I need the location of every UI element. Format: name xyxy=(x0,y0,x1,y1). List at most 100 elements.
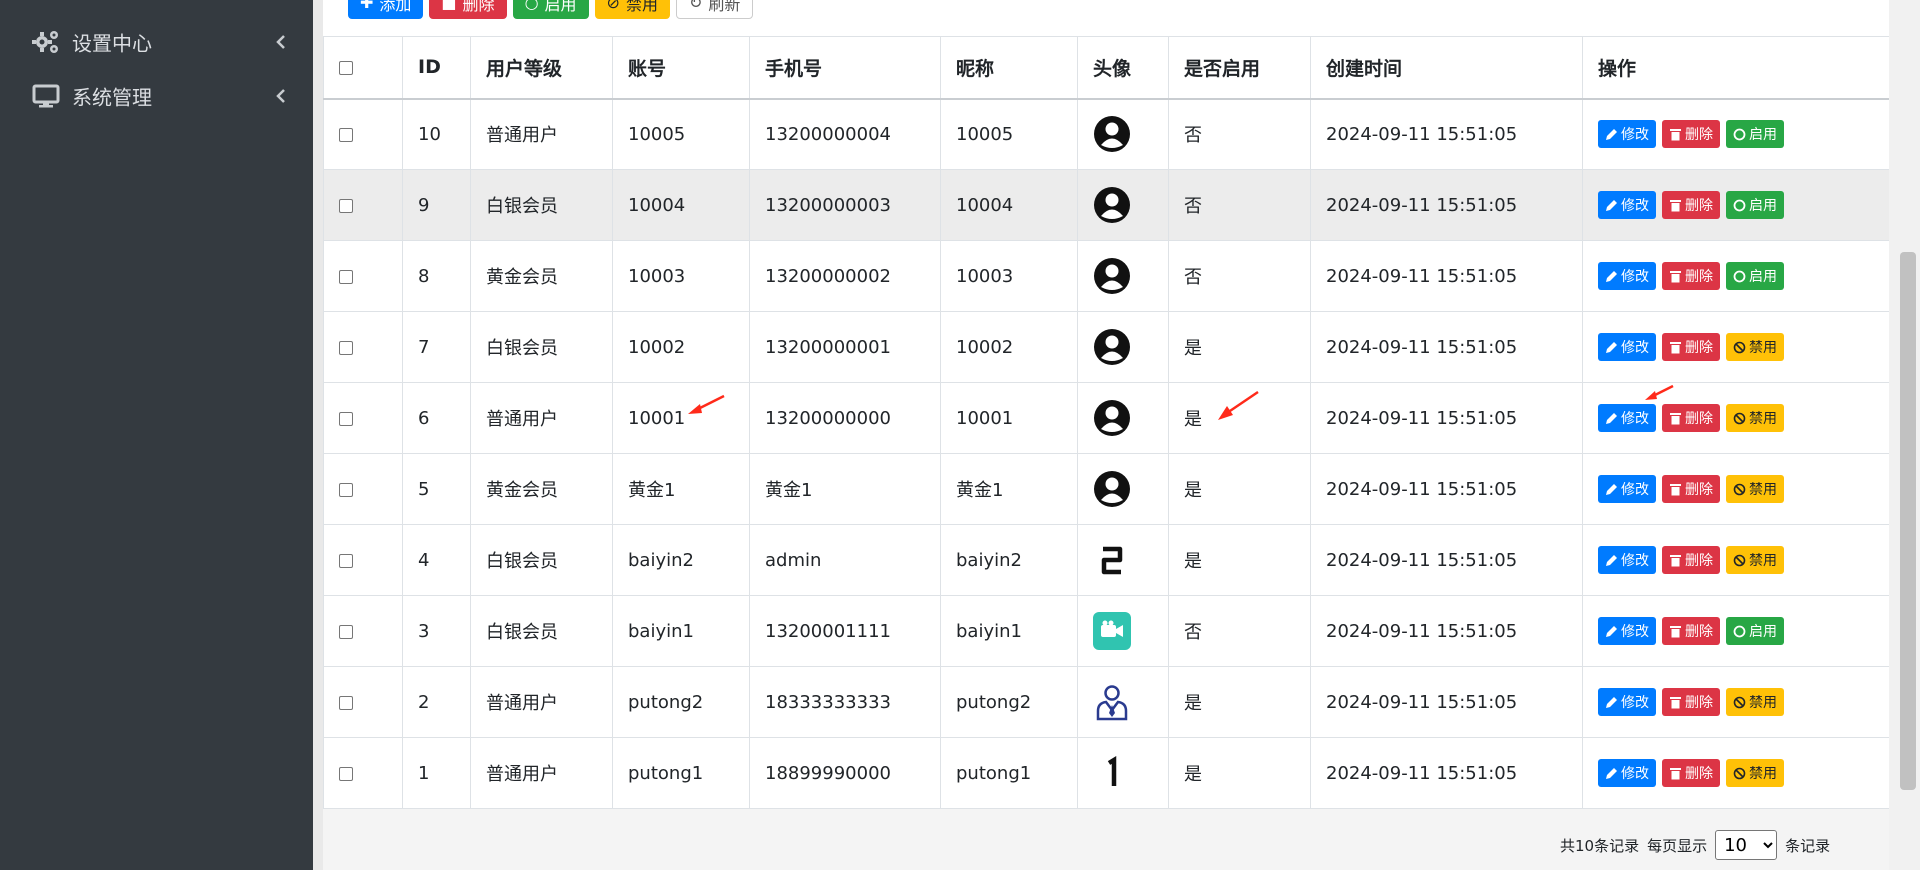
table-row: 7 白银会员 10002 13200000001 10002 是 2024-09… xyxy=(323,311,1890,383)
edit-button[interactable]: 修改 xyxy=(1598,333,1656,361)
cell-account: 10001 xyxy=(612,382,750,454)
digit-1-icon xyxy=(1093,754,1131,792)
column-header-enabled[interactable]: 是否启用 xyxy=(1168,36,1311,100)
delete-button[interactable]: 删除 xyxy=(1662,688,1720,716)
cell-nickname: 10003 xyxy=(940,240,1078,312)
edit-button[interactable]: 修改 xyxy=(1598,688,1656,716)
table-row: 9 白银会员 10004 13200000003 10004 否 2024-09… xyxy=(323,169,1890,241)
scrollbar-thumb[interactable] xyxy=(1900,252,1916,790)
enable-button[interactable]: 启用 xyxy=(1726,617,1784,645)
user-avatar-icon xyxy=(1093,186,1131,224)
cell-nickname: baiyin1 xyxy=(940,595,1078,667)
cell-avatar xyxy=(1077,169,1169,241)
ban-icon xyxy=(1733,412,1746,424)
disable-button[interactable]: 禁用 xyxy=(1726,404,1784,432)
disable-button[interactable]: 禁用 xyxy=(1726,688,1784,716)
edit-button[interactable]: 修改 xyxy=(1598,617,1656,645)
column-header-nickname[interactable]: 昵称 xyxy=(940,36,1078,100)
delete-button[interactable]: 删除 xyxy=(1662,191,1720,219)
chevron-left-icon xyxy=(276,35,285,49)
select-all-checkbox[interactable] xyxy=(323,36,403,100)
pencil-icon xyxy=(1606,412,1617,424)
batch-enable-button[interactable]: ○ 启用 xyxy=(512,0,589,19)
cell-id: 4 xyxy=(402,524,471,596)
column-header-id[interactable]: ID xyxy=(402,36,471,100)
delete-button[interactable]: 删除 xyxy=(1662,262,1720,290)
batch-disable-button[interactable]: ⊘ 禁用 xyxy=(594,0,670,19)
row-checkbox[interactable] xyxy=(323,524,403,596)
trash-icon xyxy=(1670,412,1681,424)
cell-avatar xyxy=(1077,382,1169,454)
edit-button[interactable]: 修改 xyxy=(1598,120,1656,149)
delete-button[interactable]: 删除 xyxy=(1662,475,1720,503)
edit-button[interactable]: 修改 xyxy=(1598,404,1656,432)
cell-nickname: putong1 xyxy=(940,737,1078,809)
total-records: 共10条记录 xyxy=(1560,836,1640,855)
trash-icon xyxy=(1670,767,1681,779)
cell-phone: 13200000003 xyxy=(749,169,941,241)
column-header-account[interactable]: 账号 xyxy=(612,36,750,100)
row-checkbox[interactable] xyxy=(323,453,403,525)
cell-id: 8 xyxy=(402,240,471,312)
cell-phone: 13200000000 xyxy=(749,382,941,454)
cell-created: 2024-09-11 15:51:05 xyxy=(1310,737,1583,809)
cell-enabled: 否 xyxy=(1168,240,1311,312)
disable-button[interactable]: 禁用 xyxy=(1726,333,1784,361)
row-checkbox[interactable] xyxy=(323,737,403,809)
row-checkbox[interactable] xyxy=(323,382,403,454)
edit-button[interactable]: 修改 xyxy=(1598,191,1656,219)
per-page-select[interactable]: 10 xyxy=(1715,830,1778,860)
edit-button[interactable]: 修改 xyxy=(1598,759,1656,787)
cell-enabled: 否 xyxy=(1168,595,1311,667)
edit-button[interactable]: 修改 xyxy=(1598,546,1656,574)
row-checkbox[interactable] xyxy=(323,169,403,241)
disable-button[interactable]: 禁用 xyxy=(1726,475,1784,503)
sidebar-item-system-management[interactable]: 系统管理 xyxy=(0,69,313,123)
refresh-button[interactable]: ↻ 刷新 xyxy=(675,0,754,19)
cell-actions: 修改 删除 禁用 xyxy=(1582,737,1890,809)
delete-button[interactable]: 删除 xyxy=(1662,759,1720,787)
row-checkbox[interactable] xyxy=(323,595,403,667)
row-checkbox[interactable] xyxy=(323,98,403,170)
table-row: 10 普通用户 10005 13200000004 10005 否 2024-0… xyxy=(323,98,1890,170)
cell-level: 普通用户 xyxy=(470,382,613,454)
annotation-arrow-icon xyxy=(1218,390,1259,420)
pencil-icon xyxy=(1606,341,1617,353)
cell-phone: 13200000004 xyxy=(749,98,941,170)
enable-button[interactable]: 启用 xyxy=(1726,120,1784,149)
delete-button[interactable]: 删除 xyxy=(1662,333,1720,361)
disable-button[interactable]: 禁用 xyxy=(1726,759,1784,787)
user-avatar-icon xyxy=(1093,257,1131,295)
cell-id: 3 xyxy=(402,595,471,667)
cell-actions: 修改 删除 禁用 xyxy=(1582,524,1890,596)
cell-id: 6 xyxy=(402,382,471,454)
column-header-phone[interactable]: 手机号 xyxy=(749,36,941,100)
enable-button[interactable]: 启用 xyxy=(1726,262,1784,290)
per-page-suffix: 条记录 xyxy=(1785,836,1831,855)
chevron-left-icon xyxy=(276,89,285,103)
edit-button[interactable]: 修改 xyxy=(1598,475,1656,503)
row-checkbox[interactable] xyxy=(323,240,403,312)
cell-level: 白银会员 xyxy=(470,169,613,241)
batch-delete-button[interactable]: ■ 删除 xyxy=(429,0,507,19)
trash-icon xyxy=(1670,270,1681,282)
delete-button[interactable]: 删除 xyxy=(1662,617,1720,645)
row-checkbox[interactable] xyxy=(323,311,403,383)
edit-button[interactable]: 修改 xyxy=(1598,262,1656,290)
delete-button[interactable]: 删除 xyxy=(1662,404,1720,432)
cell-nickname: 10005 xyxy=(940,98,1078,170)
trash-icon xyxy=(1670,199,1681,211)
add-button[interactable]: ✚ 添加 xyxy=(348,0,424,19)
column-header-created[interactable]: 创建时间 xyxy=(1310,36,1583,100)
table-row: 5 黄金会员 黄金1 黄金1 黄金1 是 2024-09-11 15:51:05… xyxy=(323,453,1890,525)
ban-icon: ⊘ xyxy=(606,0,620,12)
row-checkbox[interactable] xyxy=(323,666,403,738)
column-header-level[interactable]: 用户等级 xyxy=(470,36,613,100)
delete-button[interactable]: 删除 xyxy=(1662,120,1720,149)
sidebar-item-settings-center[interactable]: 设置中心 xyxy=(0,15,313,69)
column-header-avatar: 头像 xyxy=(1077,36,1169,100)
disable-button[interactable]: 禁用 xyxy=(1726,546,1784,574)
delete-button[interactable]: 删除 xyxy=(1662,546,1720,574)
enable-button[interactable]: 启用 xyxy=(1726,191,1784,219)
sidebar-item-label: 系统管理 xyxy=(72,85,152,110)
